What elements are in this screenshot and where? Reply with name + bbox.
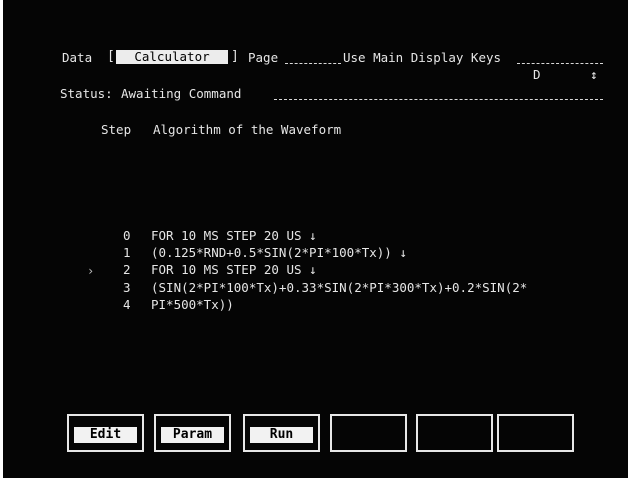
algorithm-title: Algorithm of the Waveform: [153, 122, 342, 137]
header-trailing-dashes: [517, 63, 603, 64]
step-code: FOR 10 MS STEP 20 US ↓: [151, 262, 317, 277]
step-number: 2: [123, 262, 131, 277]
step-code: (SIN(2*PI*100*Tx)+0.33*SIN(2*PI*300*Tx)+…: [151, 280, 528, 295]
step-number: 4: [123, 297, 131, 312]
step-column-header: Step: [101, 122, 132, 137]
main-display-hint: Use Main Display Keys: [343, 50, 502, 65]
status-text: Awaiting Command: [121, 86, 242, 101]
bracket-left: [: [107, 49, 115, 64]
softkey-5[interactable]: [416, 414, 493, 452]
softkey-run-label: Run: [250, 427, 313, 443]
step-code: FOR 10 MS STEP 20 US ↓: [151, 228, 317, 243]
current-step-marker-icon: ›: [87, 264, 95, 278]
softkey-param-label: Param: [161, 427, 224, 443]
softkey-4[interactable]: [330, 414, 407, 452]
indicator-d: D: [533, 67, 541, 82]
step-code: (0.125*RND+0.5*SIN(2*PI*100*Tx)) ↓: [151, 245, 407, 260]
step-number: 1: [123, 245, 131, 260]
data-field-value: Calculator: [116, 50, 228, 64]
bracket-right: ]: [231, 49, 239, 64]
page-field-dashes: [285, 63, 341, 64]
indicator-arrow-icon: ↕: [590, 67, 598, 82]
softkey-run[interactable]: Run: [243, 414, 320, 452]
data-label: Data: [62, 50, 93, 65]
step-number: 0: [123, 228, 131, 243]
step-number: 3: [123, 280, 131, 295]
page-label: Page: [248, 50, 279, 65]
status-trailing-dashes: [274, 99, 603, 100]
softkey-6[interactable]: [497, 414, 574, 452]
softkey-edit-label: Edit: [74, 427, 137, 443]
data-field-calculator[interactable]: [ Calculator ]: [107, 50, 239, 65]
softkey-param[interactable]: Param: [154, 414, 231, 452]
terminal-screen: Data [ Calculator ] Page Use Main Displa…: [3, 0, 628, 478]
step-code: PI*500*Tx)): [151, 297, 234, 312]
status-label: Status:: [60, 86, 113, 101]
softkey-edit[interactable]: Edit: [67, 414, 144, 452]
